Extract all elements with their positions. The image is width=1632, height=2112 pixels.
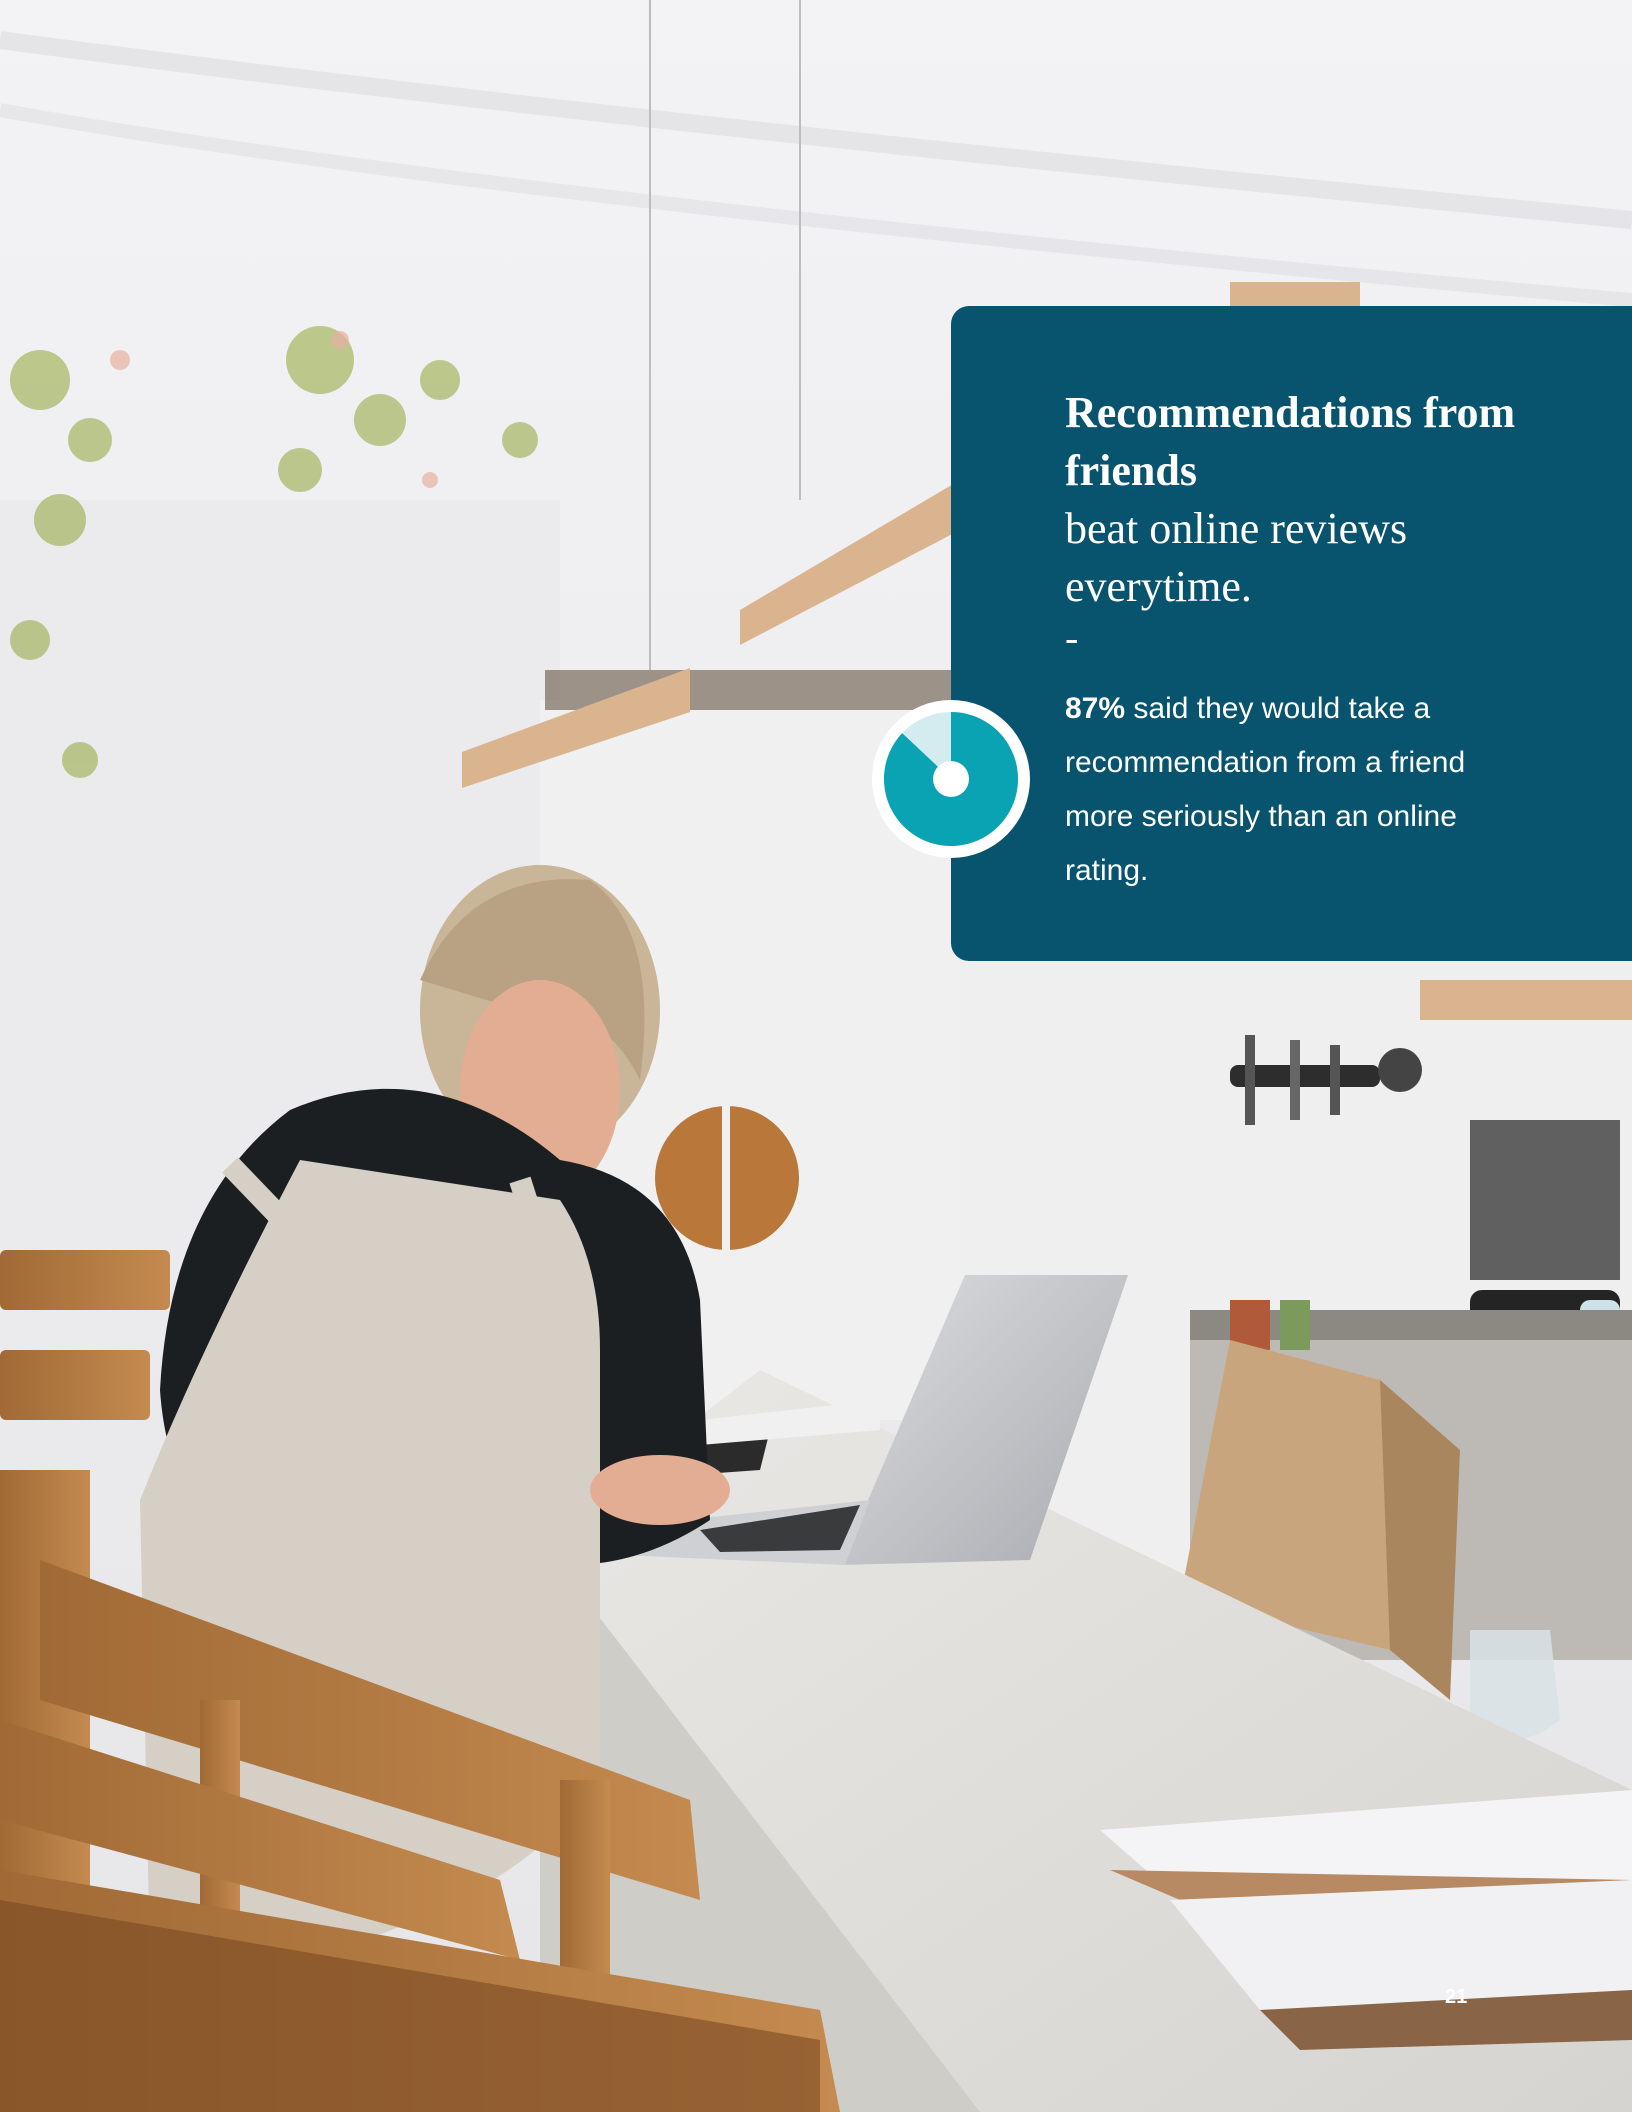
stat-description: said they would take a recommendation fr… bbox=[1065, 692, 1466, 887]
separator-dash: - bbox=[1065, 615, 1079, 660]
stat-value: 87% bbox=[1065, 692, 1126, 725]
headline-bold: Recommendations from friends bbox=[1065, 388, 1516, 495]
headline-rest: beat online reviews everytime. bbox=[1065, 504, 1408, 611]
callout-headline: Recommendations from friends beat online… bbox=[1065, 384, 1545, 616]
callout-card: Recommendations from friends beat online… bbox=[951, 306, 1632, 961]
stat-text: 87% said they would take a recommendatio… bbox=[1065, 682, 1505, 898]
donut-center bbox=[933, 761, 969, 797]
page-number: 21 bbox=[1445, 1986, 1468, 2008]
donut-percentage-icon bbox=[872, 700, 1030, 858]
